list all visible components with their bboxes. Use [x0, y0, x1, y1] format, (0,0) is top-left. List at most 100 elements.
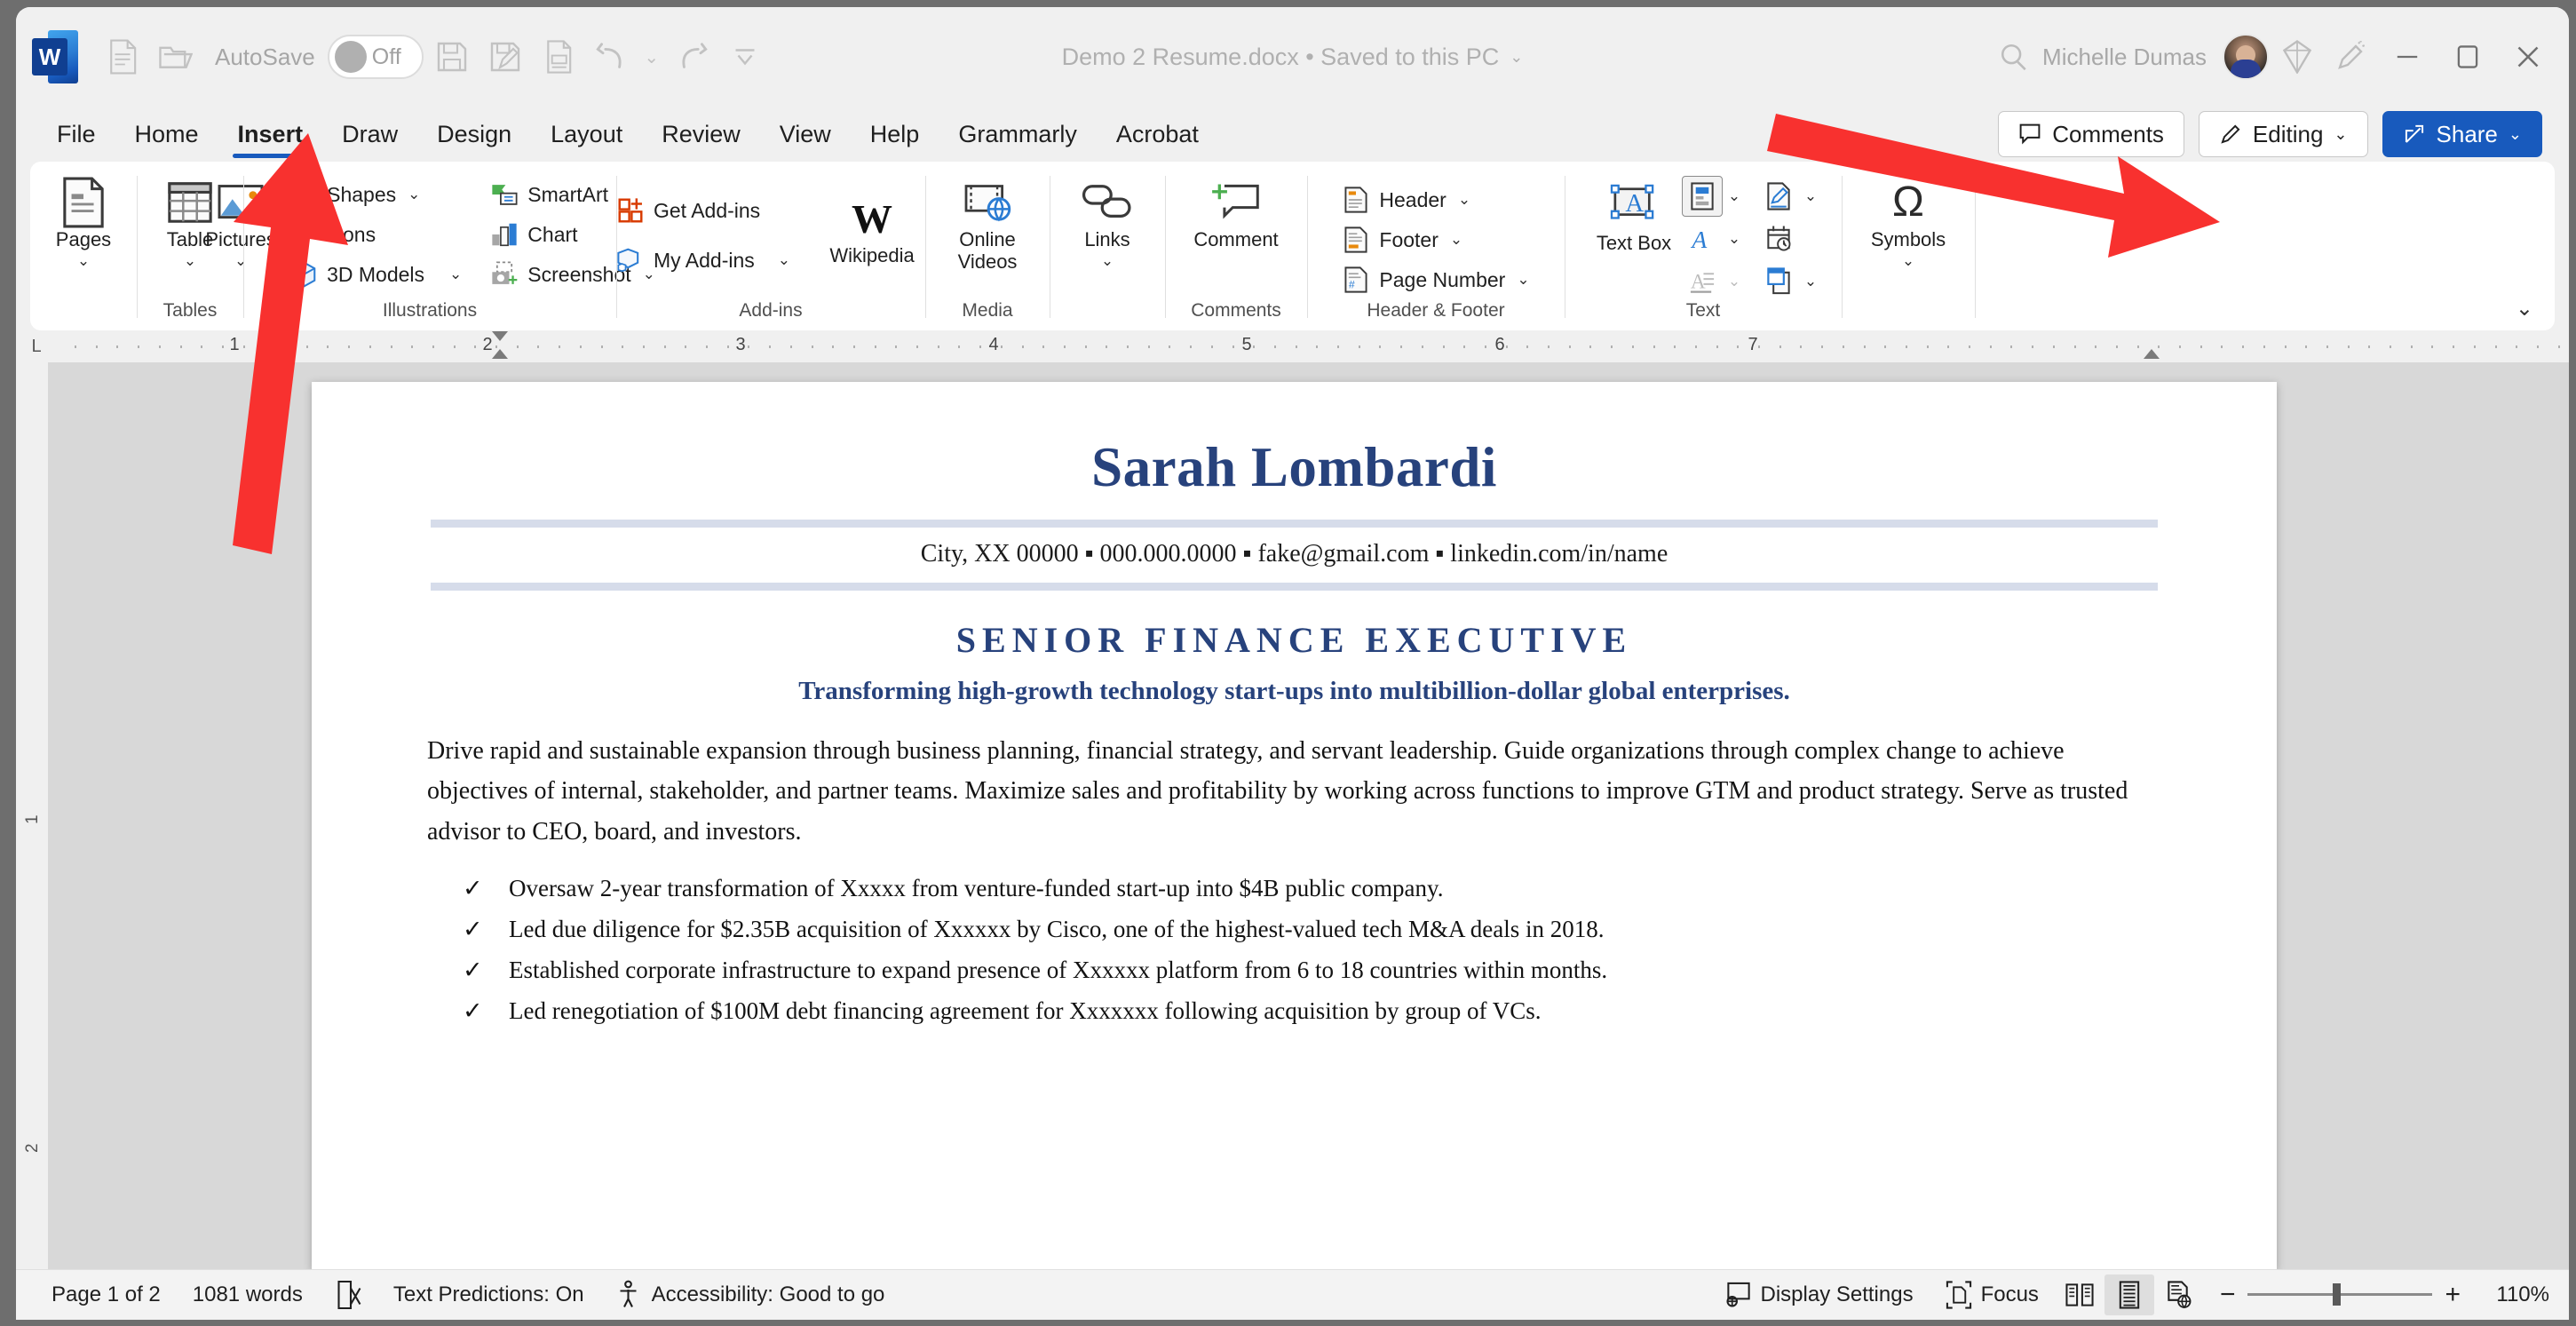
drop-cap-icon[interactable]: A — [1682, 261, 1723, 302]
pictures-button[interactable]: Pictures ⌄ — [198, 171, 283, 268]
my-add-ins-chevron-down-icon[interactable]: ⌄ — [778, 251, 790, 269]
read-mode-button[interactable] — [2055, 1274, 2104, 1315]
header-button[interactable]: Header ⌄ — [1336, 181, 1535, 218]
tab-stop-selector[interactable]: L — [16, 337, 57, 357]
footer-chevron-down-icon[interactable]: ⌄ — [1450, 231, 1462, 249]
ruler-mark-5: 5 — [1241, 335, 1252, 354]
minimize-button[interactable] — [2379, 32, 2436, 82]
tab-layout[interactable]: Layout — [531, 109, 642, 159]
maximize-restore-button[interactable] — [2439, 32, 2496, 82]
microsoft-365-diamond-icon[interactable] — [2272, 32, 2322, 82]
document-title-chevron-down-icon[interactable]: ⌄ — [1510, 48, 1523, 67]
tab-draw[interactable]: Draw — [322, 109, 417, 159]
share-button[interactable]: Share ⌄ — [2382, 111, 2542, 157]
shapes-button[interactable]: Shapes ⌄ — [283, 176, 468, 213]
signature-line-chevron-down-icon[interactable]: ⌄ — [1801, 187, 1820, 205]
icons-button[interactable]: Icons — [283, 216, 468, 253]
save-as-icon[interactable] — [480, 32, 530, 82]
tab-grammarly[interactable]: Grammarly — [939, 109, 1097, 159]
save-icon[interactable] — [427, 32, 477, 82]
proofing-status[interactable] — [319, 1274, 377, 1315]
ruler-minor-tick — [748, 345, 750, 348]
web-layout-button[interactable] — [2154, 1274, 2204, 1315]
3d-models-button[interactable]: 3D Models ⌄ — [283, 256, 468, 293]
footer-button[interactable]: Footer ⌄ — [1336, 221, 1535, 258]
quick-parts-chevron-down-icon[interactable]: ⌄ — [1724, 187, 1744, 205]
pictures-chevron-down-icon[interactable]: ⌄ — [234, 253, 247, 268]
pages-chevron-down-icon[interactable]: ⌄ — [77, 253, 90, 268]
shapes-chevron-down-icon[interactable]: ⌄ — [408, 186, 420, 203]
new-comment-button[interactable]: Comment — [1177, 171, 1296, 251]
vertical-ruler[interactable]: 1 2 — [16, 362, 48, 1269]
document-title-button[interactable]: Demo 2 Resume.docx • Saved to this PC ⌄ — [1062, 44, 1524, 71]
close-button[interactable] — [2500, 32, 2556, 82]
undo-dropdown-chevron-icon[interactable]: ⌄ — [640, 32, 663, 82]
object-icon[interactable] — [1758, 261, 1799, 302]
drop-cap-chevron-down-icon[interactable]: ⌄ — [1724, 273, 1744, 290]
ruler-minor-tick — [1106, 345, 1108, 348]
text-predictions-status[interactable]: Text Predictions: On — [377, 1274, 600, 1315]
tab-file[interactable]: File — [37, 109, 115, 159]
right-indent-marker-icon[interactable] — [2144, 349, 2160, 359]
open-folder-icon[interactable] — [151, 32, 201, 82]
tab-review[interactable]: Review — [642, 109, 760, 159]
search-icon[interactable] — [1989, 32, 2039, 82]
tab-home[interactable]: Home — [115, 109, 218, 159]
share-chevron-down-icon[interactable]: ⌄ — [2509, 125, 2522, 144]
online-videos-button[interactable]: Online Videos — [936, 171, 1039, 273]
get-add-ins-button[interactable]: Get Add-ins — [610, 192, 797, 229]
editing-chevron-down-icon[interactable]: ⌄ — [2334, 125, 2347, 144]
print-icon[interactable] — [534, 32, 583, 82]
links-chevron-down-icon[interactable]: ⌄ — [1101, 253, 1114, 268]
collapse-ribbon-chevron-down-icon[interactable]: ⌄ — [2516, 296, 2533, 322]
date-and-time-icon[interactable] — [1758, 218, 1799, 259]
my-add-ins-button[interactable]: My Add-ins ⌄ — [610, 242, 797, 279]
word-count[interactable]: 1081 words — [177, 1274, 319, 1315]
customize-quick-access-toolbar-icon[interactable] — [720, 32, 770, 82]
zoom-slider[interactable] — [2247, 1283, 2433, 1306]
display-settings-button[interactable]: Display Settings — [1709, 1274, 1930, 1315]
ruler-minor-tick — [1253, 345, 1256, 348]
horizontal-ruler[interactable]: 1 2 3 4 5 6 7 — [57, 331, 2560, 360]
hanging-indent-marker-icon[interactable] — [492, 349, 508, 359]
page-number-button[interactable]: # Page Number ⌄ — [1336, 261, 1535, 298]
comments-button[interactable]: Comments — [1998, 111, 2184, 157]
header-chevron-down-icon[interactable]: ⌄ — [1458, 191, 1470, 209]
tab-design[interactable]: Design — [417, 109, 531, 159]
first-line-indent-marker-icon[interactable] — [492, 331, 508, 341]
zoom-out-button[interactable]: − — [2220, 1280, 2236, 1310]
signature-line-icon[interactable] — [1758, 176, 1799, 217]
avatar[interactable] — [2223, 34, 2269, 80]
user-name-label[interactable]: Michelle Dumas — [2042, 44, 2207, 71]
zoom-slider-thumb[interactable] — [2333, 1283, 2342, 1306]
object-chevron-down-icon[interactable]: ⌄ — [1801, 273, 1820, 290]
redo-icon[interactable] — [667, 32, 717, 82]
zoom-level[interactable]: 110% — [2473, 1282, 2549, 1307]
tab-insert[interactable]: Insert — [218, 109, 323, 159]
tab-help[interactable]: Help — [851, 109, 939, 159]
tab-acrobat[interactable]: Acrobat — [1097, 109, 1218, 159]
page-number-chevron-down-icon[interactable]: ⌄ — [1517, 271, 1529, 289]
focus-button[interactable]: Focus — [1930, 1274, 2055, 1315]
wordart-chevron-down-icon[interactable]: ⌄ — [1724, 230, 1744, 248]
symbols-chevron-down-icon[interactable]: ⌄ — [1902, 253, 1914, 268]
editing-mode-button[interactable]: Editing ⌄ — [2198, 111, 2368, 157]
explore-quick-parts-icon[interactable] — [1682, 176, 1723, 217]
wikipedia-button[interactable]: W Wikipedia — [812, 187, 931, 267]
symbols-button[interactable]: Ω Symbols ⌄ — [1853, 171, 1963, 268]
ribbon-display-options-pen-icon[interactable] — [2326, 32, 2375, 82]
wordart-icon[interactable]: A — [1682, 218, 1723, 259]
undo-icon[interactable] — [587, 32, 637, 82]
page-indicator[interactable]: Page 1 of 2 — [36, 1274, 177, 1315]
document-page-1[interactable]: Sarah Lombardi City, XX 00000 ▪ 000.000.… — [312, 382, 2277, 1269]
3d-models-chevron-down-icon[interactable]: ⌄ — [449, 266, 462, 283]
print-layout-button[interactable] — [2104, 1274, 2154, 1315]
new-document-icon[interactable] — [98, 32, 147, 82]
pages-button[interactable]: Pages ⌄ — [41, 171, 126, 268]
accessibility-status[interactable]: Accessibility: Good to go — [600, 1274, 901, 1315]
autosave-toggle[interactable]: Off — [327, 35, 424, 79]
zoom-in-button[interactable]: + — [2445, 1280, 2461, 1310]
text-box-button[interactable]: A Text Box — [1586, 174, 1682, 255]
tab-view[interactable]: View — [760, 109, 851, 159]
links-button[interactable]: Links ⌄ — [1065, 171, 1150, 268]
